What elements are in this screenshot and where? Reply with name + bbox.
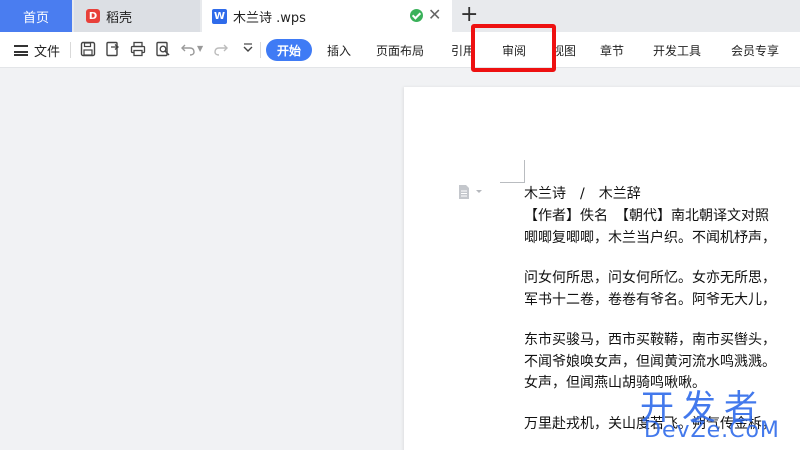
tab-document-label: 木兰诗 .wps [233,10,306,26]
tab-insert[interactable]: 插入 [327,42,351,59]
more-chevron-down-icon[interactable] [240,41,256,57]
document-text-line: 东市买骏马，西市买鞍鞯，南市买辔头， [524,332,776,348]
tab-member-exclusive[interactable]: 会员专享 [731,42,779,59]
undo-dropdown-icon[interactable]: ▼ [197,44,213,60]
tab-developer-tools[interactable]: 开发工具 [653,42,701,59]
tab-home[interactable]: 首页 [0,0,72,32]
document-title-line: 木兰诗 / 木兰辞 [524,186,641,202]
watermark-english: DevZe.CoM [644,418,780,443]
file-menu-button[interactable]: 文件 [14,41,60,60]
paragraph-handle-icon[interactable] [458,184,484,200]
print-icon[interactable] [130,41,146,57]
document-text-line: 【作者】佚名 【朝代】南北朝译文对照 [524,208,769,224]
wps-writer-icon: W [212,8,227,24]
document-text-line: 不闻爷娘唤女声，但闻黄河流水鸣溅溅。 [524,354,776,370]
tab-chapter[interactable]: 章节 [600,42,624,59]
tab-home-label: 首页 [22,10,49,26]
document-text-line: 军书十二卷，卷卷有爷名。阿爷无大儿， [524,292,776,308]
save-icon[interactable] [80,41,96,57]
close-icon[interactable]: ✕ [428,6,441,24]
file-menu-label: 文件 [34,45,61,60]
tab-daoke-label: 稻壳 [106,10,133,26]
tab-bar: 首页 D 稻壳 W 木兰诗 .wps ✕ + [0,0,800,32]
document-text-line: 唧唧复唧唧，木兰当户织。不闻机杼声， [524,230,776,246]
tab-page-layout[interactable]: 页面布局 [376,42,424,59]
tab-daoke[interactable]: D 稻壳 [74,0,200,32]
daoke-logo-icon: D [86,9,100,23]
redo-icon[interactable] [213,41,229,57]
tab-start[interactable]: 开始 [266,39,312,61]
saved-check-icon [410,9,423,22]
hamburger-icon [14,45,28,56]
tab-document[interactable]: W 木兰诗 .wps ✕ [202,0,452,32]
page-margin-corner-mark [500,160,525,183]
document-text-line: 问女何所思，问女何所忆。女亦无所思， [524,270,776,286]
undo-icon[interactable] [180,41,196,57]
export-pdf-icon[interactable] [105,41,121,57]
toolbar-divider [260,42,261,58]
toolbar-divider [70,42,71,58]
print-preview-icon[interactable] [155,41,171,57]
toolbar: 文件 ▼ 开始 插入 页面布局 引用 审阅 视图 章节 开发工具 会员专享 [0,32,800,68]
review-tab-highlight [471,24,556,72]
